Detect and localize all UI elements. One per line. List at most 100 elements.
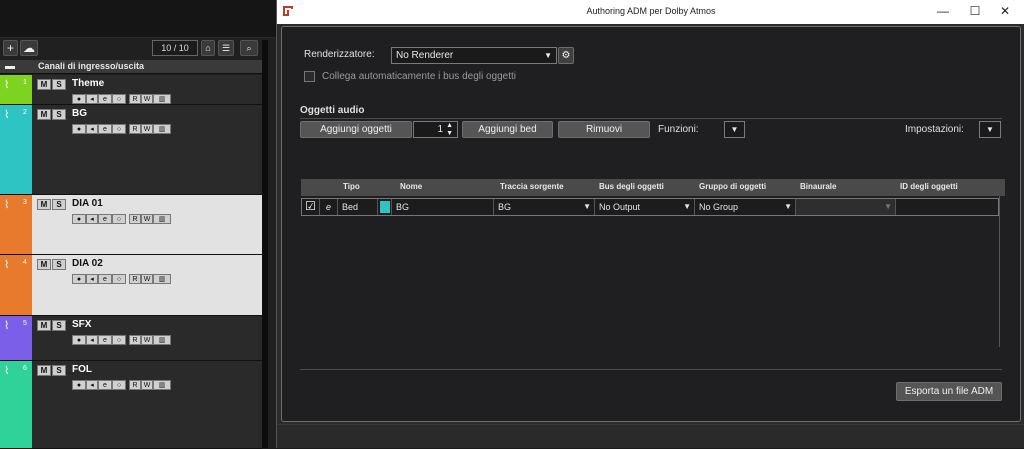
edit-button[interactable]: e (98, 335, 112, 345)
solo-button[interactable]: S (52, 199, 66, 210)
functions-dropdown[interactable]: ▼ (724, 121, 745, 138)
maximize-button[interactable]: ☐ (961, 3, 989, 19)
write-automation-button[interactable]: W (141, 335, 153, 345)
record-button[interactable]: ● (72, 274, 86, 284)
track-name[interactable]: BG (72, 108, 87, 119)
home-icon[interactable]: ⌂ (201, 40, 215, 56)
solo-button[interactable]: S (52, 109, 66, 120)
lanes-button[interactable]: ▥ (153, 335, 171, 345)
track-row[interactable]: ⌇ 6 M S FOL ● ◂ e ○ R W ▥ (0, 361, 262, 449)
track-row[interactable]: ⌇ 2 M S BG ● ◂ e ○ R W ▥ (0, 105, 262, 195)
track-number: 4 (23, 259, 27, 266)
track-row[interactable]: ⌇ 1 M S Theme ● ◂ e ○ R W ▥ (0, 75, 262, 105)
add-bed-button[interactable]: Aggiungi bed (462, 121, 553, 138)
freeze-button[interactable]: ○ (112, 335, 126, 345)
read-automation-button[interactable]: R (129, 380, 141, 390)
track-row[interactable]: ⌇ 5 M S SFX ● ◂ e ○ R W ▥ (0, 316, 262, 361)
add-track-button[interactable]: + (3, 40, 18, 56)
edit-button[interactable]: e (98, 94, 112, 104)
folder-track-row[interactable]: ▬ Canali di ingresso/uscita (0, 60, 262, 74)
read-automation-button[interactable]: R (129, 274, 141, 284)
record-button[interactable]: ● (72, 335, 86, 345)
solo-button[interactable]: S (52, 320, 66, 331)
track-name[interactable]: Theme (72, 78, 104, 89)
settings-dropdown[interactable]: ▼ (979, 121, 1001, 138)
stepper-arrows-icon[interactable]: ▲ ▼ (446, 122, 453, 138)
track-name[interactable]: DIA 02 (72, 258, 103, 269)
monitor-button[interactable]: ◂ (86, 335, 98, 345)
renderer-select[interactable]: No Renderer ▼ (391, 47, 557, 64)
minimize-button[interactable]: — (929, 3, 957, 19)
record-button[interactable]: ● (72, 214, 86, 224)
add-track-preset-button[interactable]: ☁ (20, 40, 38, 56)
track-name[interactable]: SFX (72, 319, 91, 330)
read-automation-button[interactable]: R (129, 94, 141, 104)
read-automation-button[interactable]: R (129, 335, 141, 345)
solo-button[interactable]: S (52, 79, 66, 90)
export-adm-button[interactable]: Esporta un file ADM (896, 382, 1002, 401)
lanes-button[interactable]: ▥ (153, 124, 171, 134)
object-count-stepper[interactable]: 1 ▲ ▼ (413, 121, 458, 138)
edit-button[interactable]: e (98, 380, 112, 390)
mute-button[interactable]: M (37, 199, 51, 210)
lanes-button[interactable]: ▥ (153, 214, 171, 224)
write-automation-button[interactable]: W (141, 94, 153, 104)
monitor-button[interactable]: ◂ (86, 124, 98, 134)
mute-button[interactable]: M (37, 365, 51, 376)
row-name[interactable]: BG (392, 199, 494, 215)
monitor-button[interactable]: ◂ (86, 214, 98, 224)
mute-button[interactable]: M (37, 320, 51, 331)
track-row[interactable]: ⌇ 3 M S DIA 01 ● ◂ e ○ R W ▥ (0, 195, 262, 255)
read-automation-button[interactable]: R (129, 214, 141, 224)
write-automation-button[interactable]: W (141, 214, 153, 224)
row-binaural-select[interactable]: ▼ (796, 199, 896, 215)
freeze-button[interactable]: ○ (112, 380, 126, 390)
add-objects-button[interactable]: Aggiungi oggetti (300, 121, 412, 138)
solo-button[interactable]: S (52, 365, 66, 376)
write-automation-button[interactable]: W (141, 124, 153, 134)
mute-button[interactable]: M (37, 109, 51, 120)
freeze-button[interactable]: ○ (112, 124, 126, 134)
record-button[interactable]: ● (72, 124, 86, 134)
row-source-select[interactable]: BG ▼ (494, 199, 595, 215)
close-button[interactable]: ✕ (991, 3, 1019, 19)
column-header-binaural: Binaurale (800, 182, 837, 191)
remove-button[interactable]: Rimuovi (558, 121, 650, 138)
solo-button[interactable]: S (52, 259, 66, 270)
edit-button[interactable]: e (98, 214, 112, 224)
track-name[interactable]: DIA 01 (72, 198, 103, 209)
row-color-swatch[interactable] (378, 199, 392, 215)
monitor-button[interactable]: ◂ (86, 380, 98, 390)
lanes-button[interactable]: ▥ (153, 274, 171, 284)
monitor-button[interactable]: ◂ (86, 274, 98, 284)
table-row[interactable]: ☑ e Bed BG BG ▼ No Output ▼ No Group ▼ ▼ (301, 198, 999, 216)
monitor-button[interactable]: ◂ (86, 94, 98, 104)
renderer-settings-gear-icon[interactable]: ⚙ (558, 47, 574, 64)
search-icon[interactable]: ⌕ (240, 40, 258, 56)
row-group-select[interactable]: No Group ▼ (695, 199, 796, 215)
write-automation-button[interactable]: W (141, 380, 153, 390)
record-button[interactable]: ● (72, 94, 86, 104)
mute-solo-group: MS (37, 108, 67, 120)
record-button[interactable]: ● (72, 380, 86, 390)
list-view-icon[interactable]: ☰ (218, 40, 234, 56)
read-automation-button[interactable]: R (129, 124, 141, 134)
freeze-button[interactable]: ○ (112, 94, 126, 104)
mute-button[interactable]: M (37, 79, 51, 90)
lanes-button[interactable]: ▥ (153, 380, 171, 390)
edit-button[interactable]: e (98, 274, 112, 284)
row-enable-checkbox[interactable]: ☑ (302, 199, 320, 215)
track-name[interactable]: FOL (72, 364, 92, 375)
freeze-button[interactable]: ○ (112, 274, 126, 284)
auto-connect-checkbox[interactable] (304, 71, 315, 82)
track-row[interactable]: ⌇ 4 M S DIA 02 ● ◂ e ○ R W ▥ (0, 255, 262, 316)
edit-button[interactable]: e (98, 124, 112, 134)
track-controls: ● ◂ e ○ R W ▥ (72, 214, 171, 224)
mute-button[interactable]: M (37, 259, 51, 270)
lanes-button[interactable]: ▥ (153, 94, 171, 104)
write-automation-button[interactable]: W (141, 274, 153, 284)
freeze-button[interactable]: ○ (112, 214, 126, 224)
row-edit-icon[interactable]: e (320, 199, 338, 215)
row-bus-select[interactable]: No Output ▼ (595, 199, 695, 215)
track-scrollbar[interactable] (262, 40, 268, 448)
